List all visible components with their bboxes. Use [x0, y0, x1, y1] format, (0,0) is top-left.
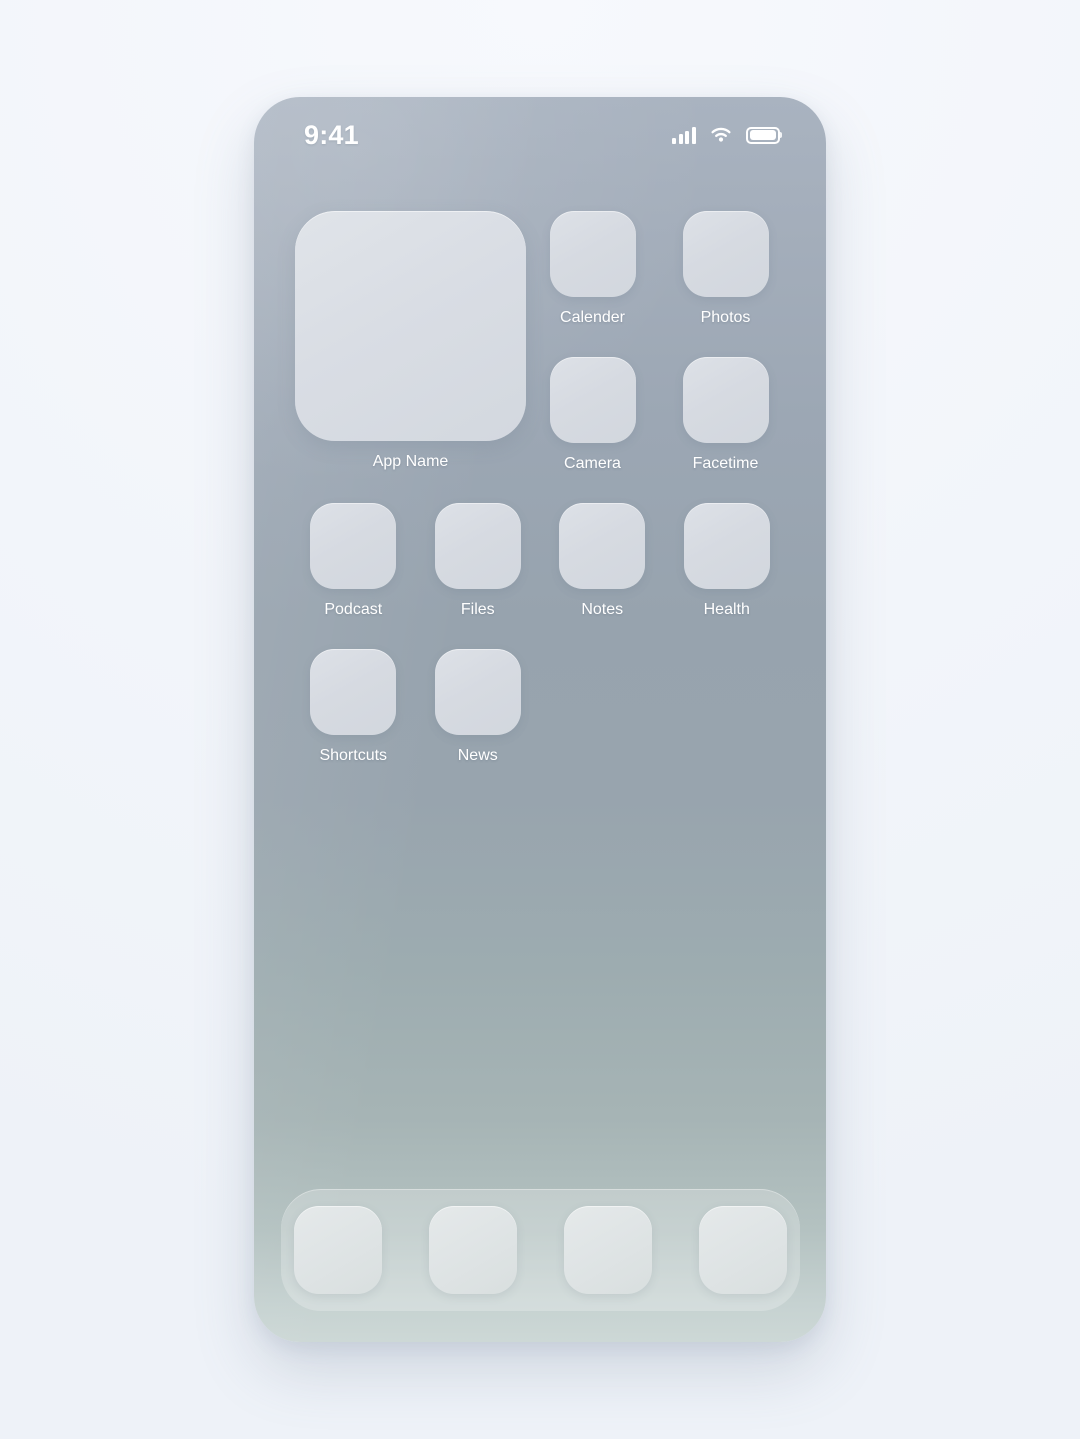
app-icon-calender[interactable]: Calender: [526, 211, 659, 328]
app-widget-app-name[interactable]: App Name: [291, 211, 526, 474]
app-label: Camera: [564, 455, 621, 472]
widget-label: App Name: [372, 453, 449, 470]
grid-gap: [291, 474, 789, 503]
canvas: 9:41 App Name Calender Photos Camera Fac…: [0, 0, 1080, 1439]
app-label: Health: [703, 601, 750, 618]
app-label: Calender: [560, 309, 625, 326]
app-icon-health[interactable]: Health: [665, 503, 790, 620]
dock-item-2[interactable]: [429, 1206, 517, 1294]
grid-row-2: Camera Facetime: [526, 357, 792, 474]
app-label: Files: [460, 601, 495, 618]
shortcuts-icon: [310, 649, 397, 735]
dock-item-3[interactable]: [564, 1206, 652, 1294]
notes-icon: [559, 503, 646, 589]
app-label: Podcast: [324, 601, 383, 618]
grid-cell-empty: [540, 649, 665, 766]
app-icon-notes[interactable]: Notes: [540, 503, 665, 620]
dock: [281, 1189, 800, 1311]
wifi-icon: [709, 126, 733, 144]
phone-mockup: 9:41 App Name Calender Photos Camera Fac…: [254, 97, 826, 1342]
files-icon: [434, 503, 521, 589]
cellular-signal-icon: [671, 126, 696, 144]
grid-row-4: Shortcuts News: [291, 649, 789, 766]
app-icon-news[interactable]: News: [416, 649, 541, 766]
grid-gap: [526, 328, 792, 357]
calender-icon: [549, 211, 636, 297]
dock-item-1[interactable]: [294, 1206, 382, 1294]
health-icon: [683, 503, 770, 589]
app-icon-photos[interactable]: Photos: [659, 211, 792, 328]
app-label: Notes: [581, 601, 624, 618]
app-label: Photos: [700, 309, 751, 326]
grid-row-3: Podcast Files Notes Health: [291, 503, 789, 620]
app-label: Facetime: [692, 455, 759, 472]
app-icon-podcast[interactable]: Podcast: [291, 503, 416, 620]
grid-right-columns: Calender Photos Camera Facetime: [526, 211, 792, 474]
app-icon-facetime[interactable]: Facetime: [659, 357, 792, 474]
status-bar: 9:41: [254, 97, 826, 173]
grid-gap: [291, 620, 789, 649]
status-bar-icons: [671, 126, 783, 144]
dock-item-4[interactable]: [699, 1206, 787, 1294]
news-icon: [434, 649, 521, 735]
facetime-icon: [682, 357, 769, 443]
app-label: Shortcuts: [319, 747, 388, 764]
photos-icon: [682, 211, 769, 297]
grid-row-1: Calender Photos: [526, 211, 792, 328]
app-icon-shortcuts[interactable]: Shortcuts: [291, 649, 416, 766]
widget-icon: [295, 211, 526, 441]
battery-full-icon: [746, 126, 783, 144]
app-label: News: [457, 747, 498, 764]
status-bar-clock: 9:41: [304, 119, 359, 150]
app-icon-camera[interactable]: Camera: [526, 357, 659, 474]
grid-row-top: App Name Calender Photos Camera Facetime: [291, 211, 789, 474]
app-icon-files[interactable]: Files: [416, 503, 541, 620]
camera-icon: [549, 357, 636, 443]
podcast-icon: [310, 503, 397, 589]
grid-cell-empty: [665, 649, 790, 766]
app-grid: App Name Calender Photos Camera Facetime…: [291, 211, 789, 766]
